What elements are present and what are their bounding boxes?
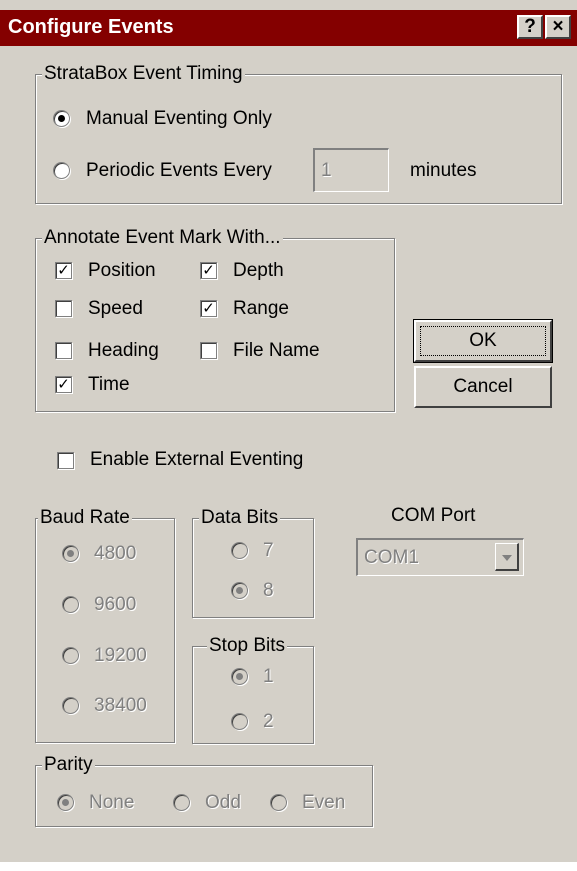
data-bits-7-radio[interactable] [231, 542, 248, 559]
baud-19200-label[interactable]: 19200 [94, 645, 147, 667]
time-label[interactable]: Time [88, 374, 130, 396]
position-label[interactable]: Position [88, 260, 156, 282]
parity-odd-label[interactable]: Odd [205, 792, 241, 814]
stop-bits-group: Stop Bits [192, 635, 314, 744]
ok-button[interactable]: OK [413, 319, 553, 363]
data-bits-legend: Data Bits [199, 507, 281, 529]
data-bits-group: Data Bits [192, 507, 314, 618]
baud-rate-legend: Baud Rate [38, 507, 132, 529]
position-checkbox[interactable]: ✓ [55, 262, 72, 279]
heading-label[interactable]: Heading [88, 340, 159, 362]
window-title: Configure Events [8, 16, 174, 38]
radio-selected-dot [58, 115, 65, 122]
radio-selected-dot [236, 673, 243, 680]
parity-none-radio[interactable] [57, 794, 74, 811]
range-label[interactable]: Range [233, 298, 289, 320]
radio-selected-dot [62, 799, 69, 806]
file-name-checkbox[interactable] [200, 342, 217, 359]
parity-even-radio[interactable] [270, 794, 287, 811]
com-port-value: COM1 [364, 547, 419, 568]
stop-bits-1-radio[interactable] [231, 668, 248, 685]
parity-even-label[interactable]: Even [302, 792, 345, 814]
parity-odd-radio[interactable] [173, 794, 190, 811]
file-name-label[interactable]: File Name [233, 340, 320, 362]
time-checkbox[interactable]: ✓ [55, 376, 72, 393]
baud-9600-radio[interactable] [62, 596, 79, 613]
configure-events-dialog: Configure Events ? × StrataBox Event Tim… [0, 0, 577, 862]
help-icon: ? [524, 16, 536, 37]
speed-checkbox[interactable] [55, 300, 72, 317]
periodic-minutes-value: 1 [321, 160, 332, 181]
periodic-minutes-input[interactable]: 1 [313, 148, 389, 192]
baud-38400-label[interactable]: 38400 [94, 695, 147, 717]
chevron-down-icon [502, 555, 512, 561]
speed-label[interactable]: Speed [88, 298, 143, 320]
com-port-dropdown-button[interactable] [495, 543, 519, 571]
radio-selected-dot [236, 587, 243, 594]
minutes-label: minutes [410, 160, 477, 181]
com-port-select[interactable]: COM1 [356, 538, 524, 576]
range-checkbox[interactable]: ✓ [200, 300, 217, 317]
manual-eventing-radio[interactable] [53, 110, 70, 127]
help-button[interactable]: ? [517, 15, 543, 39]
stop-bits-2-radio[interactable] [231, 713, 248, 730]
title-bar[interactable]: Configure Events ? × [0, 10, 577, 46]
periodic-events-label[interactable]: Periodic Events Every [86, 160, 272, 182]
data-bits-8-radio[interactable] [231, 582, 248, 599]
parity-legend: Parity [42, 754, 95, 776]
radio-selected-dot [67, 550, 74, 557]
cancel-button[interactable]: Cancel [414, 366, 552, 408]
annotate-legend: Annotate Event Mark With... [42, 227, 283, 249]
close-button[interactable]: × [545, 15, 571, 39]
periodic-events-radio[interactable] [53, 162, 70, 179]
event-timing-legend: StrataBox Event Timing [42, 63, 245, 85]
enable-external-eventing-checkbox[interactable] [57, 452, 74, 469]
com-port-label: COM Port [391, 505, 476, 526]
baud-38400-radio[interactable] [62, 697, 79, 714]
baud-19200-radio[interactable] [62, 647, 79, 664]
cancel-label: Cancel [453, 376, 513, 397]
focus-rectangle [420, 326, 546, 356]
depth-checkbox[interactable]: ✓ [200, 262, 217, 279]
stop-bits-2-label[interactable]: 2 [263, 711, 274, 733]
close-icon: × [552, 16, 564, 37]
stop-bits-legend: Stop Bits [207, 635, 288, 657]
manual-eventing-label[interactable]: Manual Eventing Only [86, 108, 272, 130]
data-bits-7-label[interactable]: 7 [263, 540, 274, 562]
baud-4800-radio[interactable] [62, 545, 79, 562]
event-timing-group: StrataBox Event Timing [35, 63, 562, 204]
enable-external-eventing-label[interactable]: Enable External Eventing [90, 449, 303, 471]
depth-label[interactable]: Depth [233, 260, 284, 282]
stop-bits-1-label[interactable]: 1 [263, 666, 274, 688]
parity-none-label[interactable]: None [89, 792, 134, 814]
baud-4800-label[interactable]: 4800 [94, 543, 136, 565]
data-bits-8-label[interactable]: 8 [263, 580, 274, 602]
baud-9600-label[interactable]: 9600 [94, 594, 136, 616]
heading-checkbox[interactable] [55, 342, 72, 359]
